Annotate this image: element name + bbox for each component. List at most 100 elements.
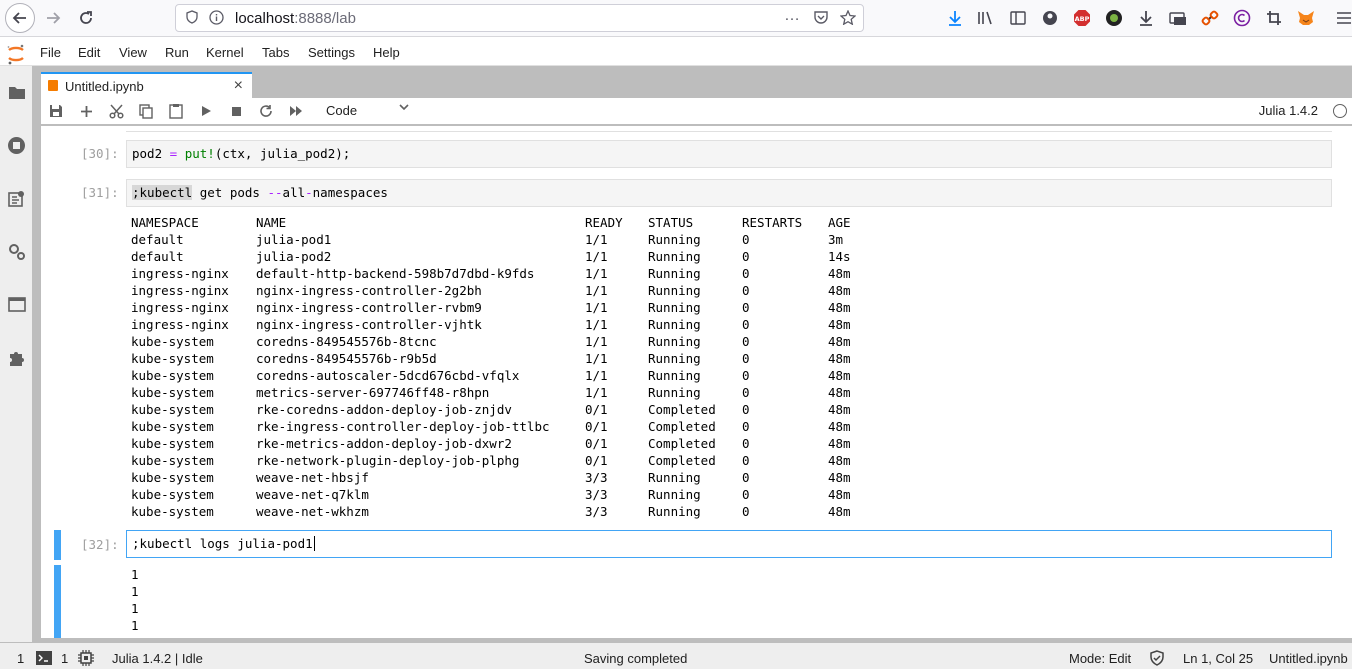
folder-icon[interactable]	[7, 83, 26, 102]
forward-button[interactable]	[38, 4, 68, 32]
mode-indicator[interactable]: Mode: Edit	[1069, 651, 1131, 666]
shield-icon[interactable]	[186, 10, 198, 27]
info-icon[interactable]	[209, 10, 224, 28]
code-line: pod2 = put!(ctx, julia_pod2);	[132, 146, 350, 161]
trusted-shield-icon[interactable]	[1150, 650, 1164, 669]
notebook-toolbar: Code Julia 1.4.2	[41, 98, 1352, 125]
extension-puzzle-icon[interactable]	[7, 348, 26, 367]
cell-ready: 3/3	[585, 487, 608, 502]
cell-namespace: kube-system	[131, 385, 214, 400]
command-palette-icon[interactable]	[7, 189, 26, 208]
code-token: all	[282, 185, 306, 200]
running-stop-icon[interactable]	[7, 136, 26, 155]
cursor-position[interactable]: Ln 1, Col 25	[1183, 651, 1253, 666]
code-token: (ctx, julia_pod2);	[214, 146, 351, 161]
status-bar: 1 1 Julia 1.4.2 | Idle Saving completed …	[0, 642, 1352, 669]
download-manager-icon[interactable]	[1136, 8, 1156, 28]
kernel-status-icon	[1333, 104, 1347, 118]
menu-file[interactable]: File	[40, 45, 61, 60]
kernel-name[interactable]: Julia 1.4.2	[1259, 103, 1318, 118]
metamask-fox-icon[interactable]	[1296, 8, 1316, 28]
svg-text:ABP: ABP	[1075, 15, 1090, 23]
screenshot-extension-icon[interactable]	[1168, 8, 1188, 28]
pocket-icon[interactable]	[813, 10, 829, 28]
cell-input[interactable]: ;kubectl get pods --all-namespaces	[126, 179, 1332, 207]
cell-restarts: 0	[742, 504, 750, 519]
url-bar[interactable]: localhost:8888/lab …	[175, 4, 864, 32]
status-count-terminals[interactable]: 1	[17, 651, 24, 666]
cell-restarts: RESTARTS	[742, 215, 803, 230]
run-icon[interactable]	[197, 102, 215, 120]
menu-run[interactable]: Run	[165, 45, 189, 60]
property-inspector-icon[interactable]	[7, 242, 26, 261]
log-line: 1	[131, 601, 139, 616]
status-count-kernels[interactable]: 1	[61, 651, 68, 666]
cell-status: Completed	[648, 436, 716, 451]
cell-status: Running	[648, 470, 701, 485]
menu-view[interactable]: View	[119, 45, 147, 60]
cell-type-select[interactable]: Code	[326, 103, 357, 118]
menu-edit[interactable]: Edit	[78, 45, 100, 60]
chevron-down-icon[interactable]	[398, 101, 410, 116]
save-status-text: Saving completed	[584, 651, 688, 666]
save-icon[interactable]	[47, 102, 65, 120]
code-cell-32[interactable]: [32]: ;kubectl logs julia-pod1	[41, 530, 1352, 560]
cell-age: 48m	[828, 266, 851, 281]
url-text: localhost:8888/lab	[235, 10, 356, 27]
kernel-status-text[interactable]: Julia 1.4.2 | Idle	[112, 651, 203, 666]
app-menu-icon[interactable]	[1334, 8, 1352, 28]
kernel-cpu-icon[interactable]	[78, 650, 94, 669]
add-cell-icon[interactable]	[77, 102, 95, 120]
cell-status: STATUS	[648, 215, 694, 230]
cell-namespace: kube-system	[131, 504, 214, 519]
cell-pod-name: coredns-autoscaler-5dcd676cbd-vfqlx	[256, 368, 520, 383]
cell-pod-name: julia-pod1	[256, 232, 332, 247]
cell-pod-name: weave-net-wkhzm	[256, 504, 369, 519]
cell-status: Running	[648, 249, 701, 264]
code-token: ;kubectl logs julia-pod1	[132, 536, 313, 551]
cut-icon[interactable]	[107, 102, 125, 120]
paste-icon[interactable]	[167, 102, 185, 120]
code-cell-30[interactable]: [30]: pod2 = put!(ctx, julia_pod2);	[41, 140, 1352, 170]
crop-icon[interactable]	[1264, 8, 1284, 28]
cell-namespace: kube-system	[131, 436, 214, 451]
tab-untitled-notebook[interactable]: Untitled.ipynb ×	[41, 72, 252, 98]
stop-icon[interactable]	[227, 102, 245, 120]
reload-button[interactable]	[71, 4, 101, 32]
copy-icon[interactable]	[137, 102, 155, 120]
cell-input[interactable]: pod2 = put!(ctx, julia_pod2);	[126, 140, 1332, 168]
code-token: namespaces	[312, 185, 388, 200]
sidebar-icon[interactable]	[1008, 8, 1028, 28]
menu-kernel[interactable]: Kernel	[206, 45, 244, 60]
bookmark-star-icon[interactable]	[839, 9, 857, 28]
left-sidebar	[0, 66, 33, 642]
library-icon[interactable]	[976, 8, 996, 28]
code-cell-31[interactable]: [31]: ;kubectl get pods --all-namespaces	[41, 179, 1352, 209]
menu-settings[interactable]: Settings	[308, 45, 355, 60]
back-button[interactable]	[5, 3, 35, 33]
cell-ready: 1/1	[585, 232, 608, 247]
open-tabs-icon[interactable]	[7, 295, 26, 314]
cell-input-active[interactable]: ;kubectl logs julia-pod1	[126, 530, 1332, 558]
cell-pod-name: julia-pod2	[256, 249, 332, 264]
menu-help[interactable]: Help	[373, 45, 400, 60]
extension-color-icon[interactable]	[1104, 8, 1124, 28]
adblock-icon[interactable]: ABP	[1072, 8, 1092, 28]
log-line: 1	[131, 618, 139, 633]
cell-ready: 0/1	[585, 453, 608, 468]
download-icon[interactable]	[945, 8, 965, 28]
code-token: --	[267, 185, 283, 200]
cell-age: 48m	[828, 436, 851, 451]
page-actions-icon[interactable]: …	[784, 7, 801, 25]
cell-ready: 1/1	[585, 317, 608, 332]
terminal-icon[interactable]	[36, 651, 52, 668]
cell-namespace: NAMESPACE	[131, 215, 199, 230]
restart-icon[interactable]	[257, 102, 275, 120]
copyright-extension-icon[interactable]	[1232, 8, 1252, 28]
url-host: localhost	[235, 10, 295, 27]
account-icon[interactable]	[1040, 8, 1060, 28]
menu-tabs[interactable]: Tabs	[262, 45, 289, 60]
fast-forward-icon[interactable]	[287, 102, 305, 120]
tab-close-icon[interactable]: ×	[234, 77, 243, 95]
link-extension-icon[interactable]	[1200, 8, 1220, 28]
